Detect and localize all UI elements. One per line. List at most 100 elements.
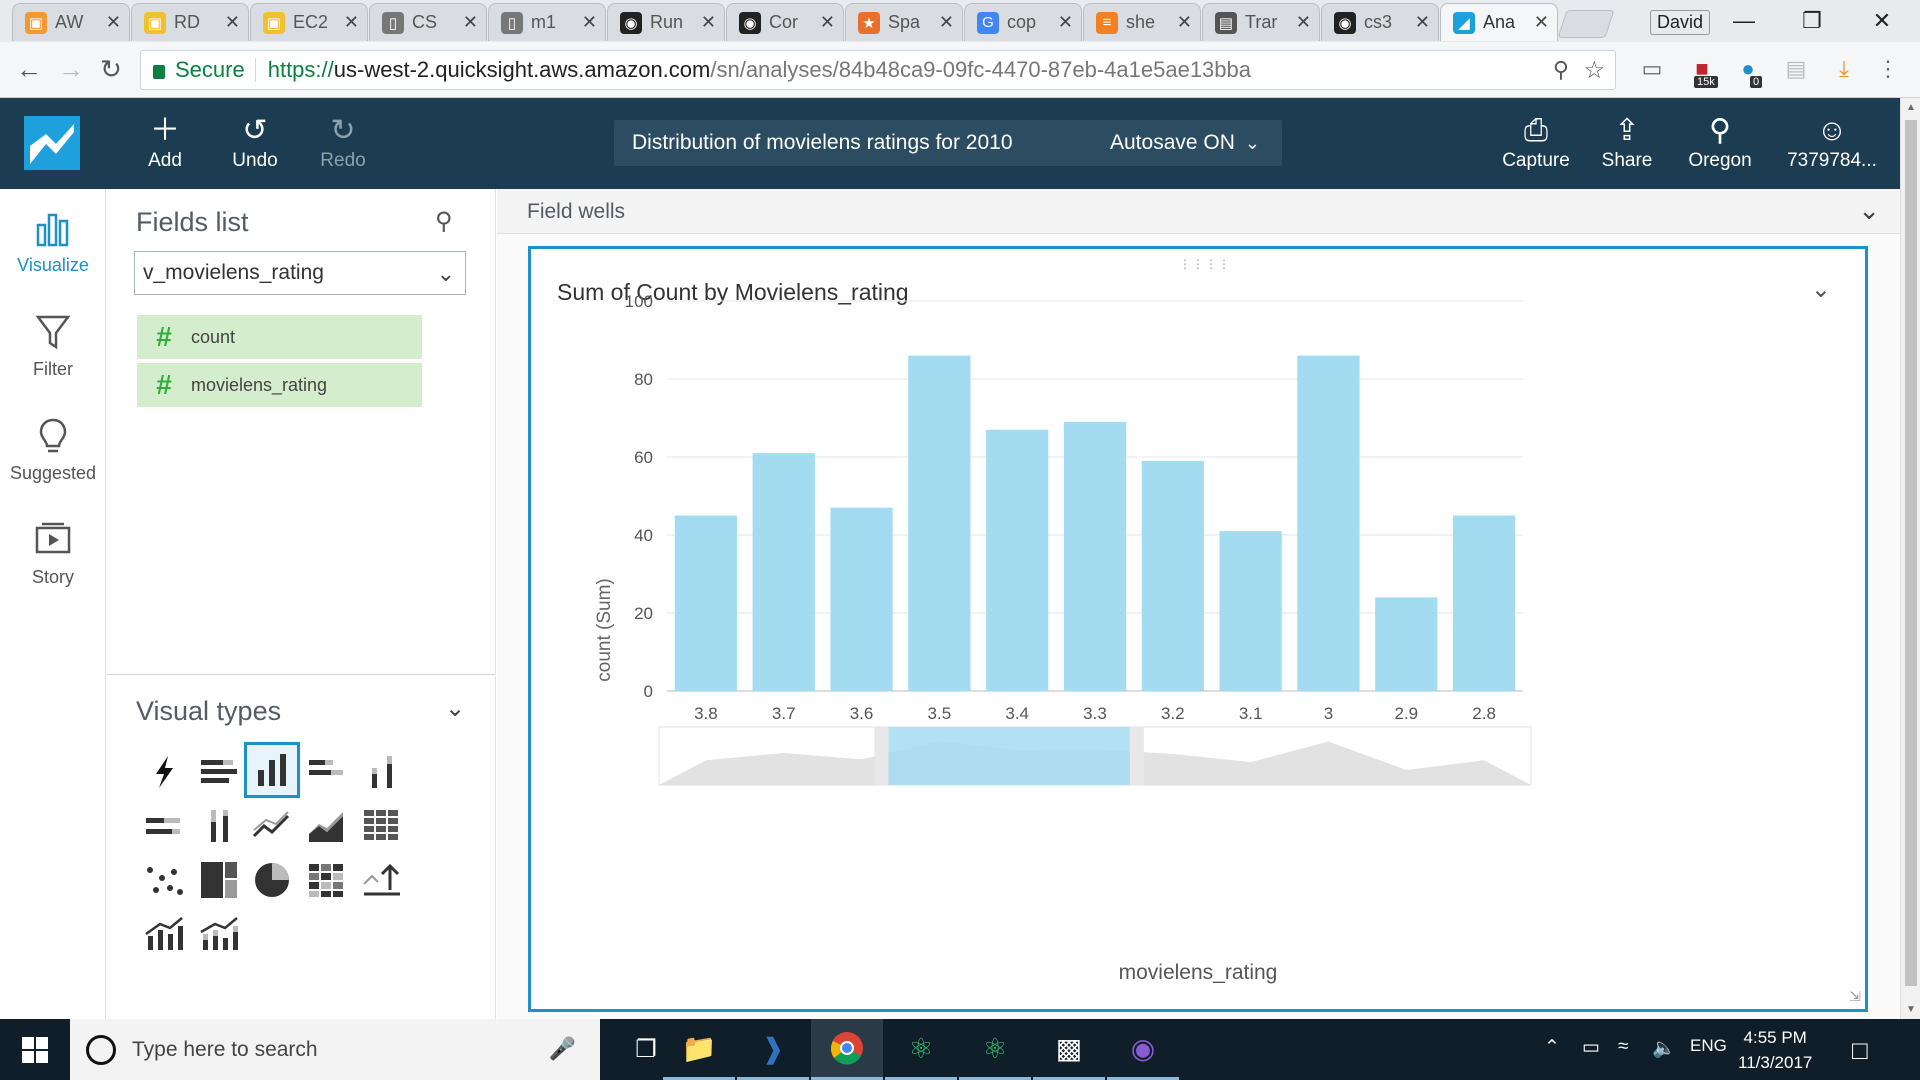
visual-card[interactable]: ⋮⋮⋮⋮ Sum of Count by Movielens_rating ⌄ … [528,246,1868,1012]
tab-close-icon[interactable]: ✕ [344,12,359,33]
browser-tab[interactable]: ▣ RD ✕ [131,3,249,41]
powershell-icon[interactable]: ❱ [737,1019,809,1080]
tab-close-icon[interactable]: ✕ [820,12,835,33]
share-button[interactable]: ⇪ Share [1587,114,1667,172]
tab-close-icon[interactable]: ✕ [463,12,478,33]
browser-tab[interactable]: ▯ CS ✕ [369,3,487,41]
scrollbar-thumb[interactable] [1905,120,1917,986]
bar[interactable] [1375,597,1438,691]
bar[interactable] [1219,531,1282,691]
bookmark-star-icon[interactable]: ☆ [1583,56,1605,85]
cast-icon[interactable]: ▭ [1638,56,1666,84]
browser-tab[interactable]: ▯ m1 ✕ [488,3,606,41]
microphone-icon[interactable]: 🎤 [549,1036,576,1062]
profile-button[interactable]: David [1650,10,1711,35]
tray-chevron-up-icon[interactable]: ⌃ [1544,1036,1560,1059]
kpi-icon[interactable] [354,852,410,908]
browser-tab[interactable]: ▤ Trar ✕ [1202,3,1320,41]
file-explorer-icon[interactable]: 📁 [663,1019,735,1080]
minimize-button[interactable]: — [1724,6,1764,36]
new-tab-button[interactable] [1557,10,1615,38]
rail-item-suggested[interactable]: Suggested [0,417,106,484]
line-chart-icon[interactable] [244,798,300,854]
browser-tab[interactable]: ◉ Cor ✕ [726,3,844,41]
language-indicator[interactable]: ENG [1690,1036,1727,1056]
atom-editor-2-icon[interactable]: ⚛ [959,1019,1031,1080]
taskbar-clock[interactable]: 4:55 PM 11/3/2017 [1738,1025,1812,1075]
url-text[interactable]: https://us-west-2.quicksight.aws.amazon.… [256,57,1251,83]
area-chart-icon[interactable] [299,798,355,854]
horizontal-bar-icon[interactable] [191,744,247,800]
mini-map-selection[interactable] [888,727,1130,785]
close-window-button[interactable]: ✕ [1862,6,1902,36]
mini-map-left-handle[interactable] [874,727,889,785]
taskbar-search-input[interactable]: Type here to search 🎤 [70,1019,600,1080]
expand-chevron-icon[interactable]: ⌄ [1858,195,1880,226]
browser-tab[interactable]: Gcop ✕ [964,3,1082,41]
field-item[interactable]: # movielens_rating [137,363,422,407]
windows-start-button[interactable] [0,1019,70,1080]
scroll-up-icon[interactable]: ▲ [1901,102,1920,113]
action-center-icon[interactable]: □ [1852,1035,1868,1066]
bar[interactable] [830,507,893,691]
resize-handle-icon[interactable]: ⇲ [1849,988,1861,1005]
browser-tab[interactable]: ◢ Ana ✕ [1440,3,1558,41]
analysis-title-bar[interactable]: Distribution of movielens ratings for 20… [614,120,1282,166]
stacked-vertical-bar-icon[interactable] [354,744,410,800]
secure-indicator[interactable]: Secure [141,57,256,82]
tab-close-icon[interactable]: ✕ [225,12,240,33]
atom-editor-icon[interactable]: ⚛ [885,1019,957,1080]
scatter-plot-icon[interactable] [136,852,192,908]
bar[interactable] [1063,421,1127,691]
combo-bar-line-icon[interactable] [136,906,192,962]
collapse-chevron-icon[interactable]: ⌄ [445,694,465,723]
tab-close-icon[interactable]: ✕ [582,12,597,33]
bar[interactable] [752,453,815,691]
tab-close-icon[interactable]: ✕ [1296,12,1311,33]
scroll-down-icon[interactable]: ▼ [1901,1004,1920,1015]
bar[interactable] [1452,515,1516,692]
tab-close-icon[interactable]: ✕ [939,12,954,33]
capture-button[interactable]: ⎙ Capture [1496,114,1576,172]
restore-button[interactable]: ❐ [1792,6,1832,36]
add-button[interactable]: ＋ Add [125,114,205,172]
volume-icon[interactable]: 🔈 [1652,1036,1676,1060]
tab-close-icon[interactable]: ✕ [1534,12,1549,33]
wifi-icon[interactable]: ≈ [1618,1036,1628,1058]
quicksight-logo[interactable] [24,116,80,170]
browser-tab[interactable]: ≡ she ✕ [1083,3,1201,41]
combo-stacked-bar-line-icon[interactable] [191,906,247,962]
tab-close-icon[interactable]: ✕ [1058,12,1073,33]
bar[interactable] [1297,355,1360,691]
tab-close-icon[interactable]: ✕ [701,12,716,33]
autosave-dropdown[interactable]: Autosave ON ⌄ [1110,131,1282,155]
terminal-icon[interactable]: ▩ [1033,1019,1105,1080]
tab-close-icon[interactable]: ✕ [106,12,121,33]
back-icon[interactable]: ← [14,54,44,85]
download-icon[interactable]: ⤓ [1830,56,1858,84]
forward-icon[interactable]: → [56,54,86,85]
dataset-select[interactable]: v_movielens_rating ⌄ [134,251,466,295]
field-wells-bar[interactable]: Field wells ⌄ [497,189,1900,234]
bar[interactable] [674,515,738,692]
rail-item-filter[interactable]: Filter [0,313,106,380]
region-button[interactable]: ⚲ Oregon [1680,114,1760,172]
bar[interactable] [1141,460,1204,691]
analysis-title[interactable]: Distribution of movielens ratings for 20… [614,131,1110,155]
field-item[interactable]: # count [137,315,422,359]
pivot-table-icon[interactable] [354,798,410,854]
redo-button[interactable]: ↻ Redo [303,114,383,172]
percent-horizontal-bar-icon[interactable] [136,798,192,854]
browser-tab[interactable]: ◉ Run ✕ [607,3,725,41]
undo-button[interactable]: ↺ Undo [215,114,295,172]
vertical-bar-icon[interactable] [244,742,300,798]
tree-map-icon[interactable] [191,852,247,908]
key-icon[interactable]: ⚲ [1553,57,1569,83]
heat-map-icon[interactable] [299,852,355,908]
bar[interactable] [986,429,1049,691]
battery-icon[interactable]: ▭ [1582,1036,1600,1059]
bar[interactable] [908,355,971,691]
browser-tab[interactable]: ◉ cs3 ✕ [1321,3,1439,41]
pie-chart-icon[interactable] [244,852,300,908]
browser-tab[interactable]: ▣ EC2 ✕ [250,3,368,41]
